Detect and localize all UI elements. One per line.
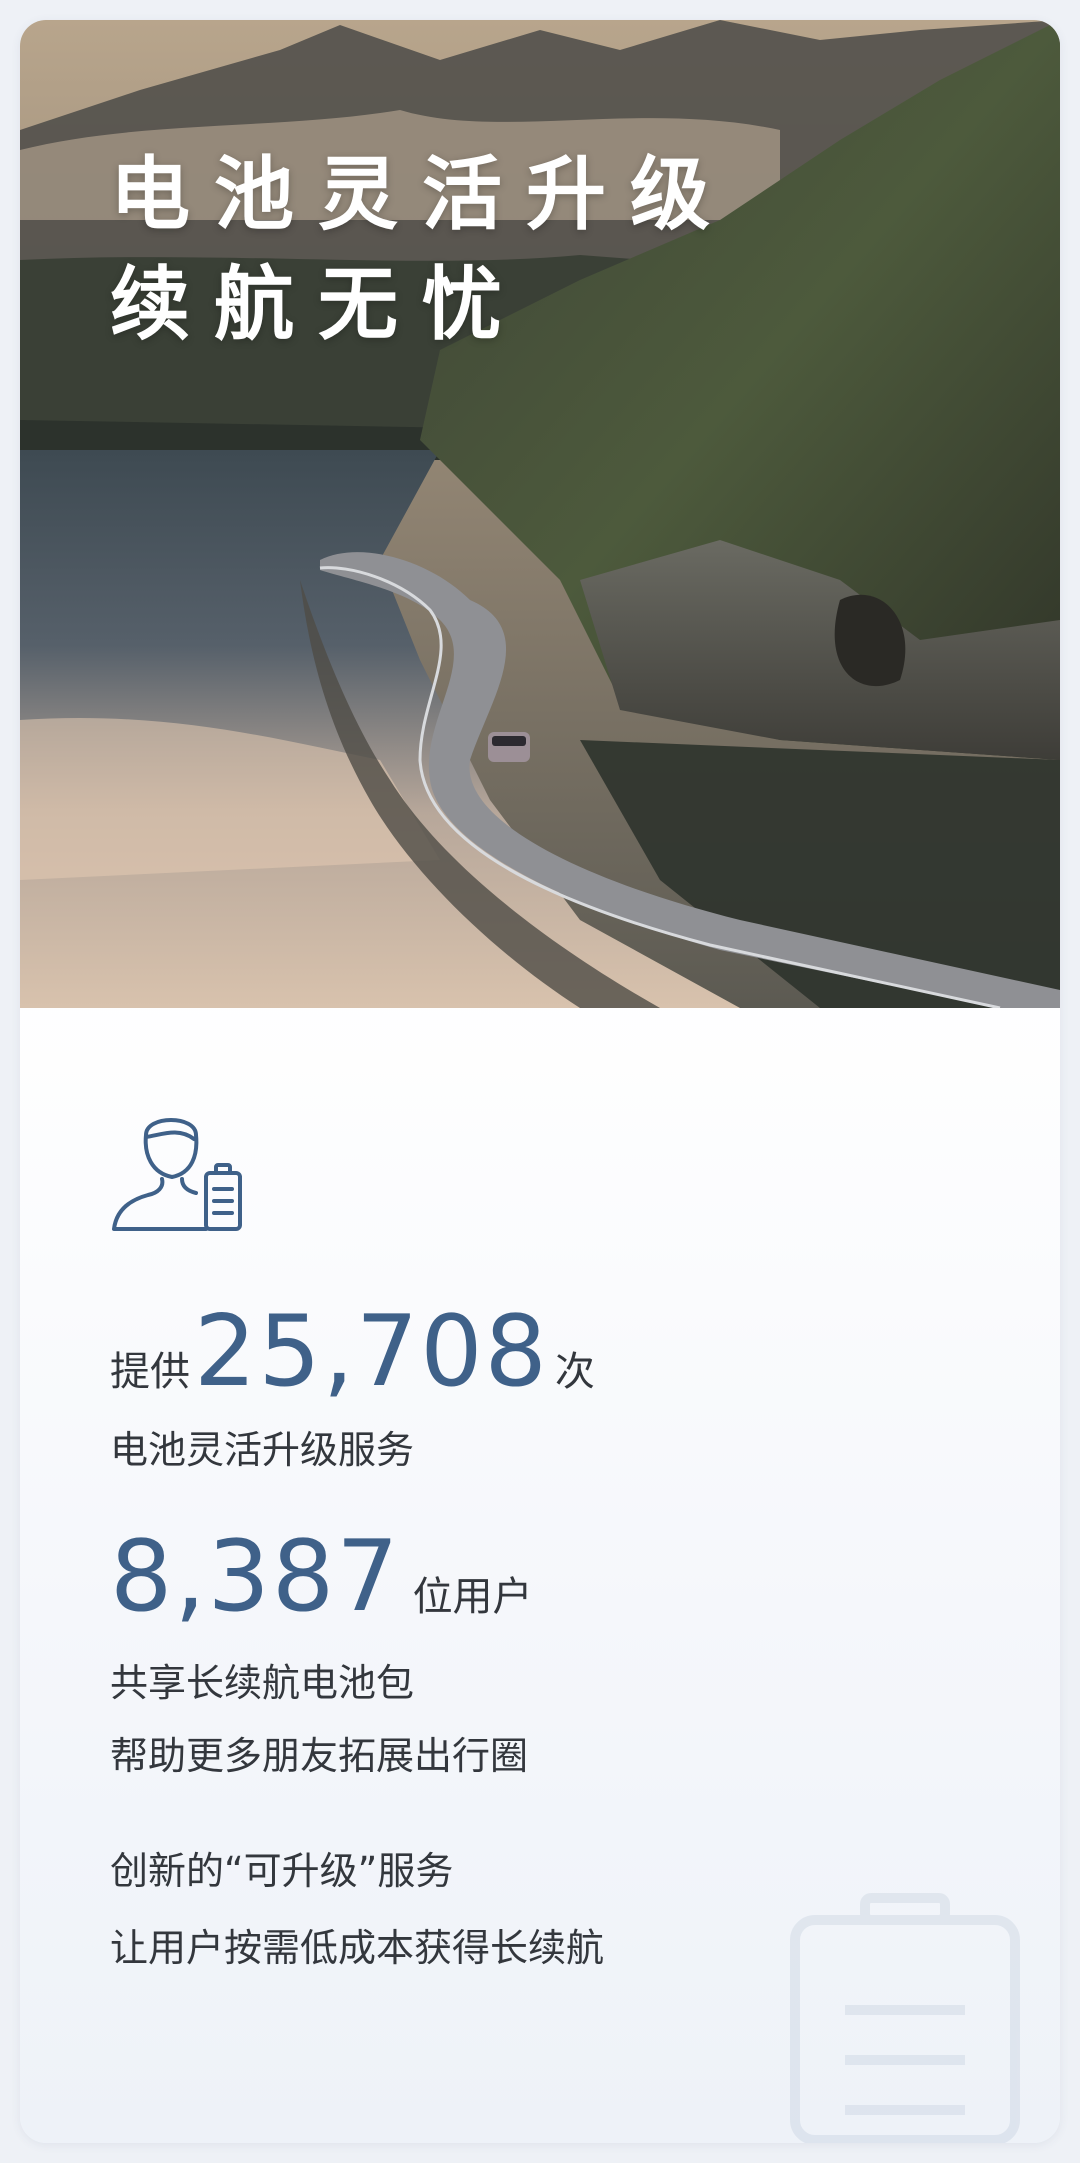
- service-line2: 让用户按需低成本获得长续航: [110, 1926, 605, 1970]
- battery-watermark-icon: [790, 1893, 1020, 2143]
- hero-title: 电池灵活升级 续航无忧: [110, 140, 734, 360]
- stat-upgrades: 提供 25,708 次 电池灵活升级服务: [110, 1295, 595, 1474]
- service-line1: 创新的“可升级”服务: [110, 1849, 454, 1893]
- hero-title-line1: 电池灵活升级: [110, 148, 734, 241]
- user-battery-icon: [112, 1118, 242, 1231]
- stat-users: 8,387 位用户 共享长续航电池包 帮助更多朋友拓展出行圈: [110, 1520, 533, 1780]
- stat-users-number: 8,387: [110, 1520, 401, 1634]
- stat-upgrades-prefix: 提供: [110, 1349, 190, 1395]
- stat-users-desc2: 帮助更多朋友拓展出行圈: [110, 1734, 529, 1778]
- hero-title-line2: 续航无忧: [110, 258, 526, 351]
- stat-upgrades-number: 25,708: [194, 1295, 549, 1409]
- stat-users-desc1: 共享长续航电池包: [110, 1661, 415, 1705]
- content-card: 电池灵活升级 续航无忧 提供 25,708 次 电池灵活升级服务 8,387 位…: [20, 20, 1060, 2143]
- stat-upgrades-suffix: 次: [554, 1349, 595, 1395]
- hero-image: 电池灵活升级 续航无忧: [20, 20, 1060, 1008]
- stat-users-suffix: 位用户: [412, 1574, 533, 1620]
- service-description: 创新的“可升级”服务 让用户按需低成本获得长续航: [110, 1840, 604, 1994]
- stat-upgrades-desc: 电池灵活升级服务: [110, 1428, 415, 1472]
